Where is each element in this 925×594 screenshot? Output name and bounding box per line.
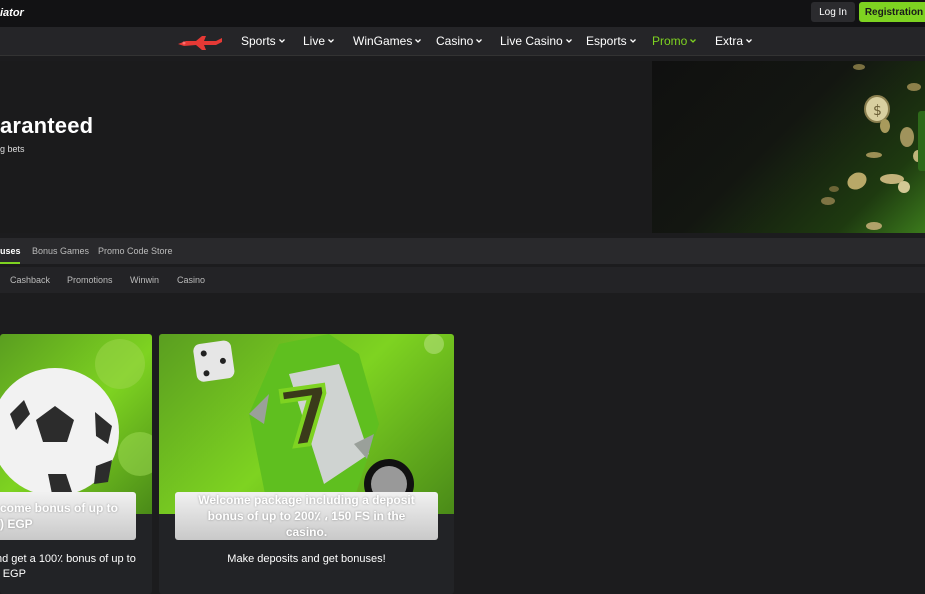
chevron-down-icon	[629, 39, 636, 43]
tab-promo-code-store[interactable]: Promo Code Store	[98, 246, 173, 256]
tab-promotions[interactable]: Promotions	[67, 275, 113, 285]
nav-item-label: Live Casino	[500, 34, 563, 48]
nav-item-label: Casino	[436, 34, 474, 48]
hero-subtitle: g bets	[0, 144, 25, 154]
nav-item-label: Live	[303, 34, 326, 48]
login-button[interactable]: Log In	[811, 2, 855, 22]
secondary-tabs: Cashback Promotions Winwin Casino	[0, 267, 925, 293]
nav-item-live-casino[interactable]: Live Casino	[500, 34, 572, 48]
chevron-down-icon	[690, 39, 697, 43]
svg-text:$: $	[873, 103, 882, 119]
tab-winwin[interactable]: Winwin	[130, 275, 159, 285]
nav-item-label: Sports	[241, 34, 276, 48]
soccer-ball-icon	[0, 339, 152, 496]
main-nav: Sports Live WinGames Casino Live Casino …	[0, 27, 925, 56]
nav-item-promo[interactable]: Promo	[652, 34, 697, 48]
gold-coins-icon: $	[821, 64, 925, 230]
card-description: Make deposits and get bonuses!	[227, 553, 386, 565]
nav-item-extra[interactable]: Extra	[715, 34, 752, 48]
card-description: nd get a 100٪ bonus of up to ) EGP	[0, 553, 136, 580]
card-title-text: Welcome package including a deposit bonu…	[198, 493, 415, 539]
chevron-down-icon	[415, 39, 422, 43]
registration-button[interactable]: Registration	[859, 2, 925, 22]
top-bar: iator Log In Registration	[0, 0, 925, 27]
card-image: 7	[159, 334, 454, 514]
chevron-down-icon	[565, 39, 572, 43]
nav-item-wingames[interactable]: WinGames	[353, 34, 422, 48]
brand-logo-text[interactable]: iator	[0, 7, 24, 19]
card-title: come bonus of up to ) EGP	[0, 492, 136, 540]
nav-item-label: Promo	[652, 34, 688, 48]
tab-bonus-games[interactable]: Bonus Games	[32, 246, 89, 256]
hero-title: aranteed	[0, 113, 94, 138]
card-image	[0, 334, 152, 514]
slot-seven-icon: 7	[193, 334, 444, 514]
chevron-down-icon	[328, 39, 334, 43]
tab-casino[interactable]: Casino	[177, 275, 205, 285]
nav-item-casino[interactable]: Casino	[436, 34, 483, 48]
chevron-down-icon	[278, 39, 285, 43]
nav-item-esports[interactable]: Esports	[586, 34, 636, 48]
chevron-down-icon	[476, 39, 483, 43]
primary-tabs: uses Bonus Games Promo Code Store	[0, 238, 925, 264]
card-title-text: come bonus of up to ) EGP	[0, 501, 118, 531]
hero-banner: aranteed g bets $	[0, 61, 925, 233]
nav-item-label: Esports	[586, 34, 627, 48]
bonus-card-casino[interactable]: 7 Welcome package including a deposit bo…	[159, 334, 454, 594]
tab-bonuses[interactable]: uses	[0, 246, 21, 256]
aviator-plane-logo-icon[interactable]	[176, 32, 224, 52]
nav-item-label: WinGames	[353, 34, 413, 48]
card-title: Welcome package including a deposit bonu…	[175, 492, 438, 540]
nav-item-label: Extra	[715, 34, 744, 48]
nav-item-live[interactable]: Live	[303, 34, 334, 48]
active-tab-indicator	[0, 262, 20, 264]
nav-item-sports[interactable]: Sports	[241, 34, 285, 48]
chevron-down-icon	[746, 39, 752, 43]
tab-cashback[interactable]: Cashback	[10, 275, 50, 285]
hero-coins-image: $	[652, 61, 925, 233]
bonus-card-sports[interactable]: come bonus of up to ) EGP nd get a 100٪ …	[0, 334, 152, 594]
